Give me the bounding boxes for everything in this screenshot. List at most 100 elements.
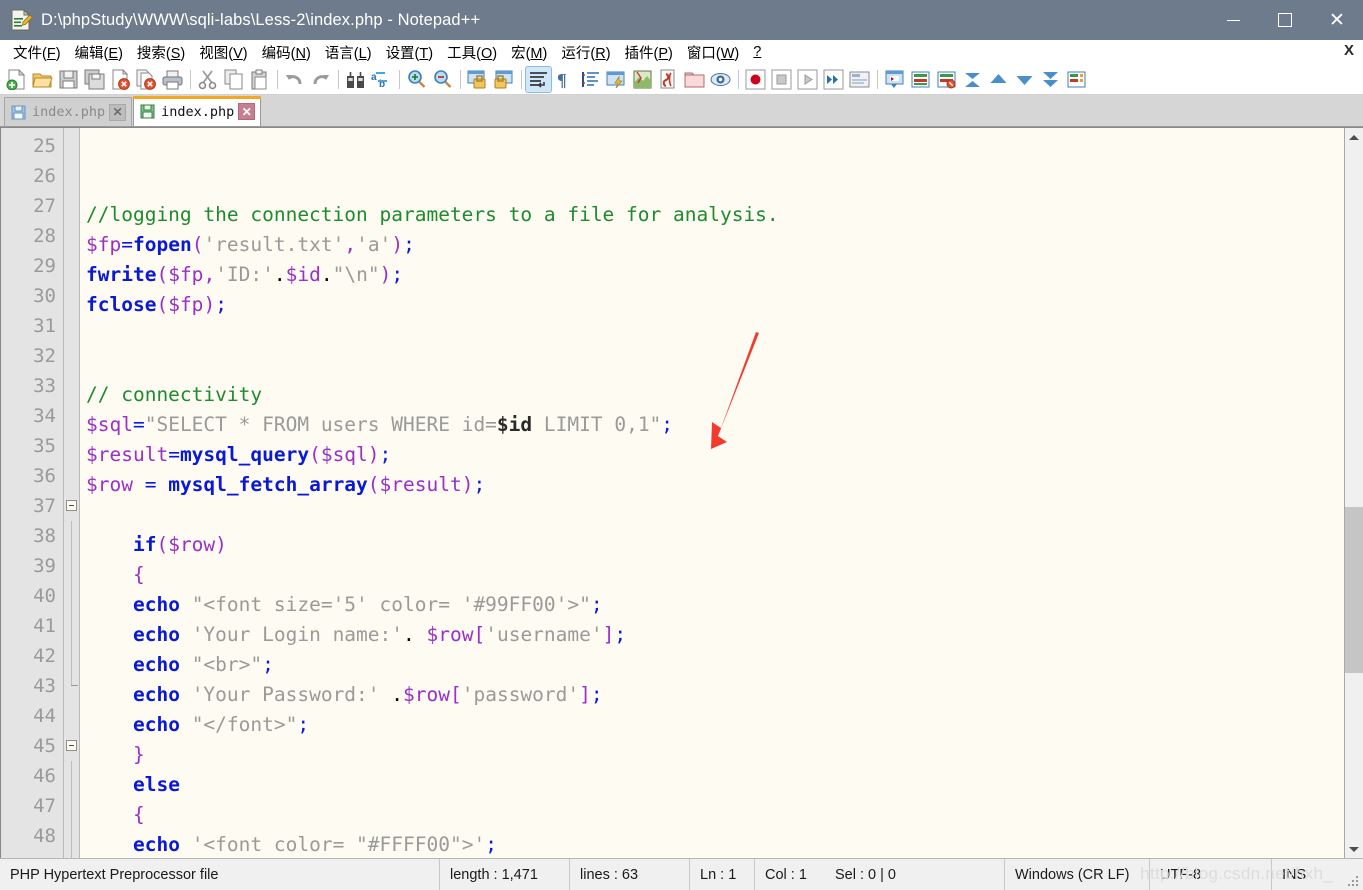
code-line[interactable]: echo 'Your Login name:'. $row['username'… [86,620,1344,650]
redo-icon[interactable] [308,67,333,92]
menu-item-tools[interactable]: 工具(O) [440,40,504,66]
code-line[interactable]: } [86,740,1344,770]
zoom-in-icon[interactable] [404,67,429,92]
editor-area[interactable]: 25 26 27 28 29 30 31 32 33 34 35 36 37 38 39 40 41 42 43 44… [0,127,1363,858]
run-icon[interactable] [882,67,907,92]
user-defined-dialog-icon[interactable] [604,67,629,92]
expand-level-down-icon[interactable] [1012,67,1037,92]
code-line[interactable]: fclose($fp); [86,290,1344,320]
collapse-all-icon[interactable] [908,67,933,92]
indent-guide-icon[interactable] [578,67,603,92]
code-line[interactable]: $fp=fopen('result.txt','a'); [86,230,1344,260]
menu-item-window[interactable]: 窗口(W) [680,40,746,66]
menu-item-help[interactable]: ? [746,42,768,63]
code-line[interactable]: //logging the connection parameters to a… [86,200,1344,230]
menu-item-search[interactable]: 搜索(S) [130,40,192,66]
cut-icon[interactable] [195,67,220,92]
close-button[interactable]: ✕ [1311,0,1363,40]
tab-index-php-1[interactable]: index.php ✕ [4,97,133,126]
menu-item-settings[interactable]: 设置(T) [379,40,441,66]
code-text[interactable]: //logging the connection parameters to a… [80,128,1344,858]
record-macro-icon[interactable] [743,67,768,92]
print-icon[interactable] [160,67,185,92]
zoom-out-icon[interactable] [430,67,455,92]
menu-item-file[interactable]: 文件(F) [6,40,68,66]
fold-marker[interactable] [64,491,80,521]
scroll-down-button[interactable] [1345,840,1363,858]
menu-item-macro[interactable]: 宏(M) [504,40,554,66]
code-line[interactable] [86,500,1344,530]
remove-trailing-space-icon[interactable] [934,67,959,92]
scroll-track[interactable] [1345,146,1363,840]
code-line[interactable]: fwrite($fp,'ID:'.$id."\n"); [86,260,1344,290]
folder-as-workspace-icon[interactable] [682,67,707,92]
menu-item-language[interactable]: 语言(L) [318,40,379,66]
code-folding-margin[interactable] [63,128,80,858]
tab-index-php-2[interactable]: index.php ✕ [133,96,262,126]
close-document-button[interactable]: X [1344,42,1354,59]
status-eol: Windows (CR LF) [1005,859,1150,890]
menu-item-run[interactable]: 运行(R) [554,40,617,66]
code-line[interactable]: else [86,770,1344,800]
title-bar[interactable]: D:\phpStudy\WWW\sqli-labs\Less-2\index.p… [0,0,1363,40]
show-all-characters-icon[interactable]: ¶ [552,67,577,92]
column-editor-icon[interactable] [1064,67,1089,92]
code-line[interactable]: echo "<br>"; [86,650,1344,680]
code-line[interactable]: // connectivity [86,380,1344,410]
playback-macro-icon[interactable] [795,67,820,92]
save-macro-icon[interactable] [847,67,872,92]
save-icon[interactable] [56,67,81,92]
vertical-scrollbar[interactable] [1344,128,1363,858]
code-line[interactable]: $sql="SELECT * FROM users WHERE id=$id L… [86,410,1344,440]
code-line[interactable]: echo '<font color= "#FFFF00">'; [86,830,1344,858]
minimize-button[interactable] [1207,0,1259,40]
sync-vertical-scroll-icon[interactable] [465,67,490,92]
paste-icon[interactable] [247,67,272,92]
scroll-thumb[interactable] [1345,506,1363,674]
expand-all-icon[interactable] [1038,67,1063,92]
stop-recording-icon[interactable] [769,67,794,92]
code-line[interactable]: echo "</font>"; [86,710,1344,740]
expand-level-up-icon[interactable] [986,67,1011,92]
fold-line [71,671,72,686]
code-line[interactable]: $row = mysql_fetch_array($result); [86,470,1344,500]
code-line[interactable]: echo 'Your Password:' .$row['password']; [86,680,1344,710]
copy-icon[interactable] [221,67,246,92]
status-lines: lines : 63 [570,859,690,890]
undo-icon[interactable] [282,67,307,92]
open-file-icon[interactable] [30,67,55,92]
fold-collapse-icon[interactable] [66,500,77,511]
word-wrap-icon[interactable] [525,66,552,93]
menu-item-plugins[interactable]: 插件(P) [618,40,680,66]
code-line[interactable]: if($row) [86,530,1344,560]
find-icon[interactable] [343,67,368,92]
menu-item-view[interactable]: 视图(V) [192,40,254,66]
function-list-icon[interactable] [656,67,681,92]
fold-collapse-icon[interactable] [66,740,77,751]
maximize-button[interactable] [1259,0,1311,40]
tab-close-icon[interactable]: ✕ [238,103,256,120]
tab-close-icon[interactable]: ✕ [109,103,127,121]
code-line[interactable]: echo "<font size='5' color= '#99FF00'>"; [86,590,1344,620]
code-line[interactable]: $result=mysql_query($sql); [86,440,1344,470]
replace-icon[interactable]: ab [369,67,394,92]
monitoring-icon[interactable] [708,67,733,92]
sync-horizontal-scroll-icon[interactable] [491,67,516,92]
menu-item-edit[interactable]: 编辑(E) [68,40,130,66]
menu-item-encoding[interactable]: 编码(N) [255,40,318,66]
code-line[interactable]: { [86,800,1344,830]
code-line[interactable]: { [86,560,1344,590]
run-macro-multiple-icon[interactable] [821,67,846,92]
save-all-icon[interactable] [82,67,107,92]
close-file-icon[interactable] [108,67,133,92]
fold-marker[interactable] [64,731,80,761]
collapse-level-icon[interactable] [960,67,985,92]
close-all-icon[interactable] [134,67,159,92]
new-file-icon[interactable] [4,67,29,92]
code-line[interactable] [86,320,1344,350]
scroll-up-button[interactable] [1345,128,1363,146]
document-map-icon[interactable] [630,67,655,92]
resize-grip[interactable] [1348,876,1360,888]
code-line[interactable] [86,350,1344,380]
code-token: ( [156,533,169,556]
